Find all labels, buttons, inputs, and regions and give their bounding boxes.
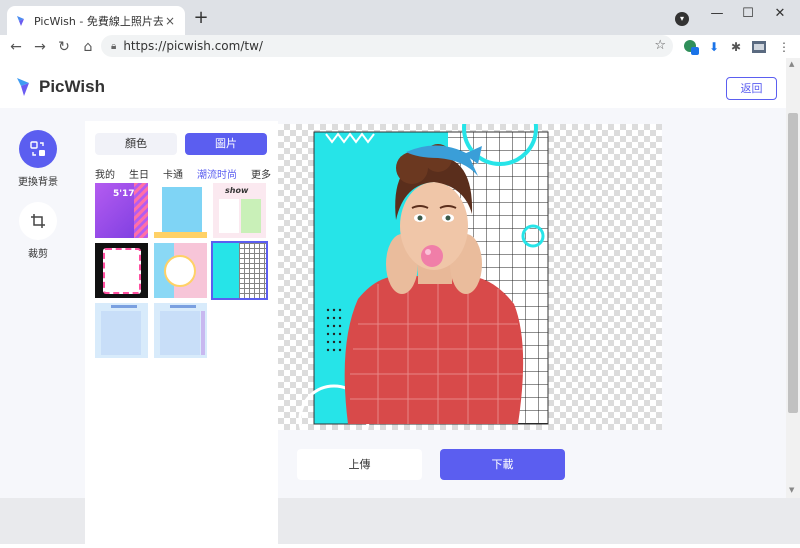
tab-strip: PicWish - 免費線上照片去背，綠 × + ▾ — ☐ ✕ [0, 0, 800, 35]
scroll-up-icon[interactable]: ▲ [789, 60, 794, 68]
reload-icon[interactable]: ↻ [55, 38, 73, 56]
browser-menu-icon[interactable]: ⋮ [776, 39, 792, 55]
download-icon[interactable]: ⬇ [706, 39, 722, 55]
browser-toolbar: ← → ↻ ⌂ 🔒︎ https://picwish.com/tw/ ☆ ⬇ ✱… [0, 35, 800, 58]
url-text: https://picwish.com/tw/ [123, 39, 263, 53]
category-mine[interactable]: 我的 [95, 166, 115, 181]
nav-crop[interactable]: 裁剪 [0, 202, 76, 260]
template-thumb-2[interactable] [154, 183, 207, 238]
template-thumb-6-selected[interactable] [211, 241, 268, 300]
back-button[interactable]: 返回 [726, 77, 777, 100]
template-thumb-1[interactable]: 5'17 [95, 183, 148, 238]
page-scrollbar[interactable]: ▲ ▼ [786, 58, 800, 498]
bookmark-star-icon[interactable]: ☆ [654, 38, 666, 53]
site-header: PicWish 返回 [0, 58, 786, 108]
browser-tab[interactable]: PicWish - 免費線上照片去背，綠 × [7, 6, 185, 35]
category-row: 我的 生日 卡通 潮流时尚 更多 [95, 166, 271, 181]
minimize-button[interactable]: — [703, 4, 731, 24]
thumb-text: show [225, 186, 249, 195]
nav-label: 裁剪 [28, 249, 48, 260]
close-window-button[interactable]: ✕ [766, 4, 794, 24]
preview-canvas[interactable] [278, 90, 662, 456]
upload-button[interactable]: 上傳 [297, 449, 422, 480]
category-cartoon[interactable]: 卡通 [163, 166, 183, 181]
template-thumb-3[interactable]: show [213, 183, 266, 238]
picwish-logo-icon [17, 78, 29, 96]
maximize-button[interactable]: ☐ [734, 4, 762, 24]
preview-image [298, 90, 549, 456]
category-fashion[interactable]: 潮流时尚 [197, 166, 237, 181]
lock-icon: 🔒︎ [111, 40, 117, 52]
new-tab-button[interactable]: + [191, 8, 211, 28]
page: PicWish 返回 更換背景 裁剪 顏色 圖片 我的 生日 卡通 潮流时尚 更… [0, 58, 786, 548]
extensions-puzzle-icon[interactable]: ✱ [728, 39, 744, 55]
download-button[interactable]: 下載 [440, 449, 565, 480]
back-arrow-icon[interactable]: ← [7, 38, 25, 56]
brand-name: PicWish [39, 77, 105, 96]
background-panel: 顏色 圖片 我的 生日 卡通 潮流时尚 更多 5'17 show [85, 121, 278, 548]
nav-label: 更換背景 [18, 177, 58, 188]
category-more[interactable]: 更多 [251, 166, 271, 181]
extension-globe-icon[interactable] [683, 39, 699, 55]
thumb-text: 5'17 [113, 189, 135, 199]
category-birthday[interactable]: 生日 [129, 166, 149, 181]
tab-search-icon[interactable]: ▾ [675, 12, 689, 26]
left-nav: 更換背景 裁剪 [0, 108, 76, 498]
tab-image[interactable]: 圖片 [185, 133, 267, 155]
crop-icon [19, 202, 57, 240]
nav-change-background[interactable]: 更換背景 [0, 130, 76, 188]
swap-background-icon [19, 130, 57, 168]
template-thumb-5[interactable] [154, 243, 207, 298]
scroll-thumb[interactable] [788, 113, 798, 413]
site-logo[interactable]: PicWish [15, 76, 105, 98]
tab-close-icon[interactable]: × [163, 14, 177, 28]
address-bar[interactable]: 🔒︎ https://picwish.com/tw/ ☆ [101, 35, 673, 57]
browser-window: PicWish - 免費線上照片去背，綠 × + ▾ — ☐ ✕ ← → ↻ ⌂… [0, 0, 800, 548]
picwish-favicon-icon [17, 15, 24, 26]
template-thumb-4[interactable] [95, 243, 148, 298]
profile-avatar-icon[interactable] [751, 39, 767, 55]
home-icon[interactable]: ⌂ [79, 38, 97, 56]
template-thumb-8[interactable] [154, 303, 207, 358]
tab-color[interactable]: 顏色 [95, 133, 177, 155]
forward-arrow-icon[interactable]: → [31, 38, 49, 56]
tab-title: PicWish - 免費線上照片去背，綠 [34, 14, 163, 28]
scroll-down-icon[interactable]: ▼ [789, 486, 794, 494]
template-thumb-7[interactable] [95, 303, 148, 358]
